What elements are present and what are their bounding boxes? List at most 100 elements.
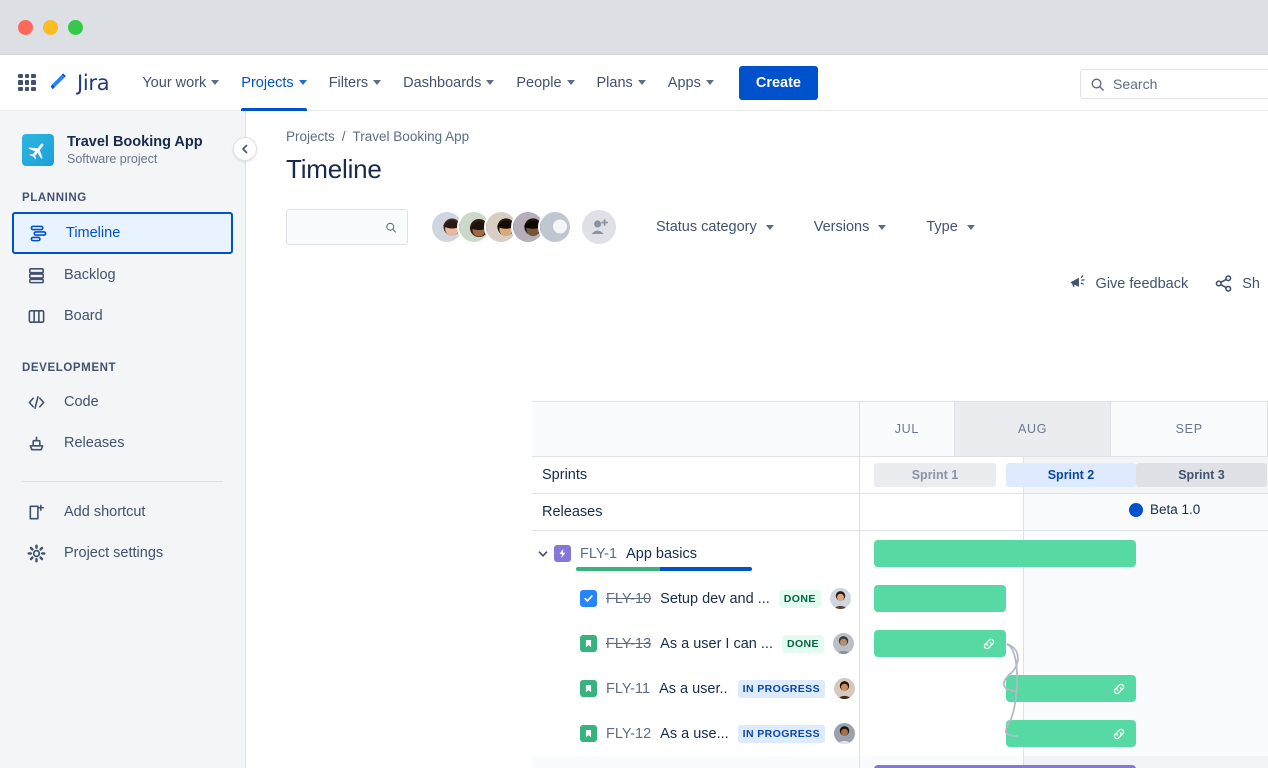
timeline-header-spacer: [532, 402, 860, 456]
chevron-down-icon: [878, 225, 886, 230]
gantt-bar-fly-11[interactable]: [1006, 675, 1136, 702]
sprint-label: Sprint 3: [1178, 468, 1225, 482]
nav-item-plans[interactable]: Plans: [586, 55, 657, 111]
breadcrumb-project[interactable]: Travel Booking App: [353, 129, 470, 144]
assignee-avatar-group: [430, 210, 572, 244]
issue-left-cell: FLY-11 As a user... IN PROGRESS: [532, 666, 860, 711]
main-content: Projects / Travel Booking App Timeline G…: [246, 111, 1268, 768]
avatar[interactable]: [833, 633, 854, 654]
nav-item-people[interactable]: People: [505, 55, 585, 111]
gantt-bar-fly-12[interactable]: [1006, 720, 1136, 747]
nav-item-filters[interactable]: Filters: [318, 55, 392, 111]
sidebar-collapse-button[interactable]: [233, 137, 257, 161]
sprint-pill-3[interactable]: Sprint 3: [1136, 463, 1267, 487]
window-minimize-button[interactable]: [43, 20, 58, 35]
table-row[interactable]: FLY-10 Setup dev and ... DONE: [532, 576, 1268, 621]
breadcrumb-projects[interactable]: Projects: [286, 129, 335, 144]
sprint-pill-1[interactable]: Sprint 1: [874, 463, 996, 487]
table-row[interactable]: FLY-1 App basics: [532, 531, 1268, 576]
window-close-button[interactable]: [18, 20, 33, 35]
nav-item-projects[interactable]: Projects: [230, 55, 317, 111]
sidebar-item-add-shortcut[interactable]: Add shortcut: [12, 492, 233, 532]
issue-summary[interactable]: App basics: [626, 546, 697, 562]
issue-key[interactable]: FLY-1: [580, 546, 617, 562]
chevron-down-icon[interactable]: [532, 548, 554, 560]
app-switcher-icon[interactable]: [18, 74, 36, 92]
filter-type[interactable]: Type: [914, 212, 986, 242]
chevron-left-icon: [240, 144, 250, 154]
sidebar-item-label: Project settings: [64, 545, 163, 561]
sidebar-item-project-settings[interactable]: Project settings: [12, 533, 233, 573]
give-feedback-button[interactable]: Give feedback: [1068, 274, 1189, 293]
filter-label: Type: [926, 219, 957, 235]
sidebar-item-timeline[interactable]: Timeline: [12, 212, 233, 254]
gantt-bar-fly-10[interactable]: [874, 585, 1006, 612]
sprint-pill-2[interactable]: Sprint 2: [1006, 463, 1136, 487]
issue-key[interactable]: FLY-11: [606, 681, 650, 697]
story-type-icon: [580, 635, 597, 652]
table-row[interactable]: FLY-12 As a use... IN PROGRESS: [532, 711, 1268, 756]
project-name: Travel Booking App: [67, 133, 203, 151]
issue-summary[interactable]: Setup dev and ...: [660, 591, 770, 607]
jira-home-link[interactable]: Jira: [48, 71, 109, 95]
issue-left-cell: FLY-13 As a user I can ... DONE: [532, 621, 860, 666]
table-row[interactable]: FLY-2 Basic trip booking: [532, 756, 1268, 768]
filter-status-category[interactable]: Status category: [644, 212, 786, 242]
release-marker-beta-1[interactable]: Beta 1.0: [1129, 502, 1200, 517]
give-feedback-label: Give feedback: [1096, 276, 1189, 292]
sidebar-item-board[interactable]: Board: [12, 296, 233, 336]
issue-key[interactable]: FLY-13: [606, 636, 651, 652]
add-people-button[interactable]: [582, 210, 616, 244]
epic-progress-bar: [576, 567, 752, 571]
month-column-aug: AUG: [955, 402, 1112, 456]
window-maximize-button[interactable]: [68, 20, 83, 35]
issue-summary[interactable]: As a user I can ...: [660, 636, 773, 652]
project-type: Software project: [67, 152, 203, 166]
jira-logo-icon: [48, 72, 70, 94]
nav-item-apps[interactable]: Apps: [657, 55, 725, 111]
issue-summary[interactable]: As a user...: [659, 681, 729, 697]
sidebar-section-planning: PLANNING: [0, 192, 245, 204]
timeline-search-input[interactable]: [297, 219, 385, 235]
issue-track: [860, 666, 1268, 711]
project-sidebar: Travel Booking App Software project PLAN…: [0, 111, 246, 768]
release-label: Beta 1.0: [1150, 502, 1200, 517]
releases-row: Releases Beta 1.0 Beta 2.0: [532, 494, 1268, 531]
issue-key[interactable]: FLY-12: [606, 726, 651, 742]
filter-versions[interactable]: Versions: [802, 212, 899, 242]
releases-row-label: Releases: [532, 494, 860, 530]
avatar[interactable]: [834, 723, 855, 744]
window-titlebar: [0, 0, 1268, 55]
table-row[interactable]: FLY-11 As a user... IN PROGRESS: [532, 666, 1268, 711]
global-search-input[interactable]: [1113, 76, 1268, 92]
status-badge[interactable]: DONE: [782, 635, 824, 653]
share-button[interactable]: Sh: [1214, 274, 1260, 293]
timeline-filters: Status category Versions Type: [644, 212, 987, 242]
sidebar-item-releases[interactable]: Releases: [12, 423, 233, 463]
sidebar-item-label: Board: [64, 308, 103, 324]
sidebar-item-code[interactable]: Code: [12, 382, 233, 422]
gantt-bar-fly-13[interactable]: [874, 630, 1006, 657]
project-header[interactable]: Travel Booking App Software project: [0, 133, 245, 166]
sprints-row: Sprints Sprint 1 Sprint 2 Sprint 3: [532, 457, 1268, 494]
avatar[interactable]: [834, 678, 855, 699]
status-badge[interactable]: IN PROGRESS: [738, 725, 825, 743]
global-search-box[interactable]: [1080, 69, 1268, 99]
issue-track: [860, 711, 1268, 756]
avatar[interactable]: [830, 588, 851, 609]
sprint-label: Sprint 2: [1048, 468, 1095, 482]
gantt-bar-fly-1[interactable]: [874, 540, 1136, 567]
status-badge[interactable]: DONE: [779, 590, 821, 608]
nav-item-dashboards[interactable]: Dashboards: [392, 55, 505, 111]
avatar-placeholder[interactable]: [538, 210, 572, 244]
status-badge[interactable]: IN PROGRESS: [738, 680, 825, 698]
sidebar-item-backlog[interactable]: Backlog: [12, 255, 233, 295]
timeline-search-box[interactable]: [286, 209, 408, 245]
create-button[interactable]: Create: [739, 66, 818, 100]
nav-item-your-work[interactable]: Your work: [131, 55, 230, 111]
issue-summary[interactable]: As a use...: [660, 726, 729, 742]
nav-item-label: Apps: [668, 75, 701, 91]
story-type-icon: [580, 725, 597, 742]
table-row[interactable]: FLY-13 As a user I can ... DONE: [532, 621, 1268, 666]
issue-key[interactable]: FLY-10: [606, 591, 651, 607]
